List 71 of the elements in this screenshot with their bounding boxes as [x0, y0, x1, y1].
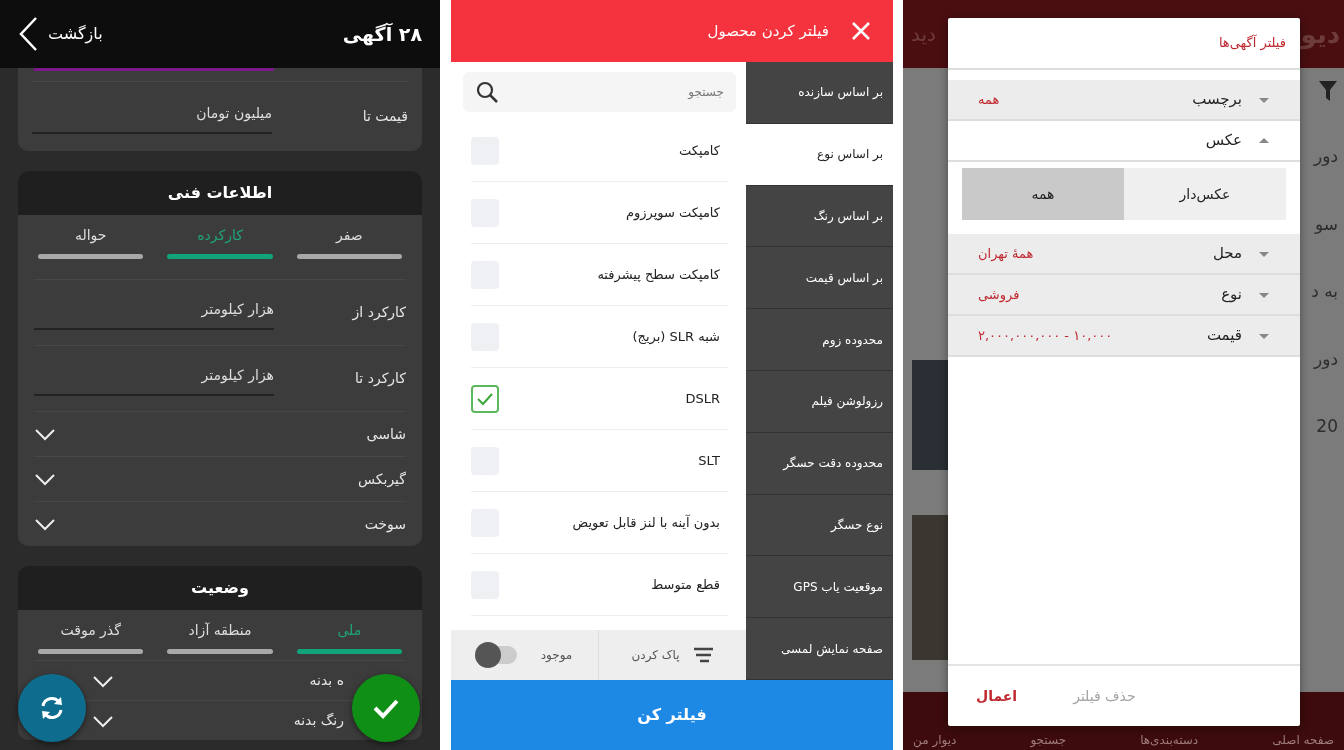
- option-label: کامپکت: [679, 141, 720, 160]
- section-title: وضعیت: [18, 566, 422, 610]
- filter-button[interactable]: فیلتر کن: [451, 680, 893, 750]
- filter-label: محل: [1212, 243, 1242, 265]
- search-icon: [475, 80, 499, 104]
- clear-button[interactable]: پاک کردن: [625, 645, 720, 665]
- filter-label: عکس: [1205, 130, 1242, 152]
- chevron-down-icon: [34, 427, 56, 441]
- segment-option[interactable]: عکس‌دار: [1124, 168, 1286, 220]
- nav-item[interactable]: جستجو: [1030, 731, 1067, 750]
- segment-tab[interactable]: کارکرده: [163, 215, 277, 279]
- option-label: قطع متوسط: [651, 575, 720, 595]
- chevron-down-icon: [92, 713, 114, 728]
- field-label: کارکرد تا: [355, 369, 406, 389]
- filter-value: همهٔ تهران: [978, 244, 1034, 264]
- distance-field[interactable]: هزار کیلومتر: [34, 361, 274, 396]
- segment-option[interactable]: همه: [962, 168, 1124, 220]
- dialog-button[interactable]: اعمال: [976, 685, 1018, 707]
- option-label: کامپکت سطح پیشرفته: [597, 265, 720, 285]
- close-button[interactable]: [851, 21, 871, 41]
- dropdown-label: ه بدنه: [309, 671, 344, 690]
- segment-tab[interactable]: گذر موقت: [34, 610, 148, 660]
- segment-tab[interactable]: ملی: [292, 610, 406, 660]
- price-field[interactable]: میلیون تومان: [32, 99, 272, 134]
- back-button[interactable]: بازگشت: [18, 16, 103, 52]
- dropdown-label: رنگ بدنه: [293, 711, 344, 731]
- dropdown-label: سوخت: [364, 514, 406, 535]
- chevron-down-icon: [34, 517, 56, 531]
- option-label: DSLR: [685, 389, 720, 408]
- dropdown-label: گیربکس: [357, 469, 406, 490]
- filter-label: برچسب: [1192, 89, 1242, 111]
- chevron-left-icon: [18, 16, 38, 52]
- checkbox[interactable]: [471, 384, 499, 413]
- check-icon: [372, 697, 400, 719]
- nav-item[interactable]: دیوار من: [913, 731, 957, 750]
- option-label: شبه SLR (بریج): [632, 327, 720, 347]
- listing-text: دور: [1314, 145, 1338, 168]
- screen-title: ۲۸ آگهی: [342, 21, 422, 48]
- field-label: کارکرد از: [352, 303, 406, 323]
- listing-text: سو: [1314, 212, 1338, 236]
- filter-value: فروشی: [978, 285, 1020, 305]
- chevron-down-icon: [92, 673, 114, 688]
- segment-tab[interactable]: صفر: [292, 215, 406, 279]
- filter-label: قیمت: [1206, 325, 1242, 347]
- listing-text: دور: [1314, 347, 1338, 371]
- dialog-title: فیلتر آگهی‌ها: [948, 18, 1300, 70]
- segment-tab[interactable]: منطقه آزاد: [163, 610, 277, 660]
- filter-icon: [1318, 80, 1338, 102]
- filter-value: همه: [978, 90, 1000, 109]
- filter-value: ۱۰,۰۰۰ - ۲,۰۰۰,۰۰۰,۰۰۰: [978, 326, 1113, 345]
- lines-icon: [691, 647, 714, 663]
- option-label: SLT: [698, 451, 720, 470]
- option-label: کامپکت سوپرزوم: [625, 203, 720, 223]
- listing-text: 20: [1316, 415, 1338, 438]
- toggle-label: موجود: [540, 647, 573, 664]
- segment-tab[interactable]: حواله: [34, 215, 148, 279]
- close-icon: [851, 21, 871, 41]
- option-label: بدون آینه با لنز قابل تعویض: [572, 513, 720, 533]
- field-label: قیمت تا: [362, 107, 408, 126]
- nav-item[interactable]: دسته‌بندی‌ها: [1140, 731, 1199, 750]
- dropdown-label: شاسی: [366, 424, 406, 444]
- listing-text: به د: [1311, 280, 1338, 303]
- panel-title: فیلتر کردن محصول: [707, 20, 829, 42]
- nav-item[interactable]: صفحه اصلی: [1272, 731, 1334, 750]
- section-title: اطلاعات فنی: [18, 171, 422, 215]
- search-field[interactable]: جستجو: [463, 72, 736, 112]
- check-icon: [476, 391, 494, 406]
- filter-label: نوع: [1221, 284, 1242, 306]
- distance-field[interactable]: هزار کیلومتر: [34, 295, 274, 330]
- chevron-down-icon: [34, 472, 56, 486]
- category-item[interactable]: بر اساس نوع: [746, 123, 893, 186]
